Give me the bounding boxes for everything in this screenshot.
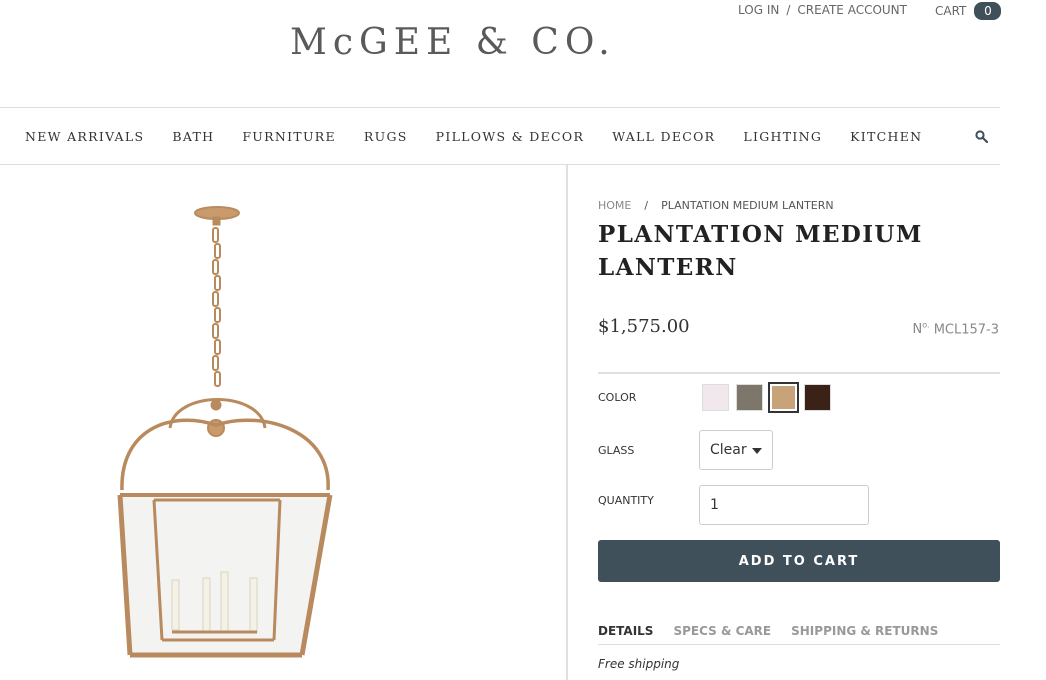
breadcrumb-separator: /: [644, 199, 649, 212]
breadcrumb: HOME / PLANTATION MEDIUM LANTERN: [598, 199, 834, 212]
product-image[interactable]: [100, 200, 350, 670]
nav-item-furniture[interactable]: FURNITURE: [242, 129, 336, 144]
nav-item-lighting[interactable]: LIGHTING: [743, 129, 822, 144]
sku-prefix: No.: [912, 321, 930, 338]
sku-value: MCL157-3: [933, 322, 999, 338]
color-swatch-brass[interactable]: [768, 382, 799, 413]
nav-item-bath[interactable]: BATH: [172, 129, 214, 144]
color-swatches: [702, 382, 838, 413]
brand-logo[interactable]: McGEE & CO.: [290, 22, 616, 63]
breadcrumb-home[interactable]: HOME: [598, 199, 631, 212]
breadcrumb-current: PLANTATION MEDIUM LANTERN: [661, 199, 834, 212]
search-icon[interactable]: [975, 130, 988, 143]
color-swatch-bronze[interactable]: [804, 384, 831, 411]
column-divider: [566, 165, 568, 680]
cart-count-badge: 0: [974, 2, 1002, 20]
account-separator: /: [786, 3, 791, 17]
color-label: COLOR: [598, 391, 637, 404]
add-to-cart-button[interactable]: ADD TO CART: [598, 540, 1000, 582]
product-sku: No. MCL157-3: [900, 321, 999, 337]
nav-item-kitchen[interactable]: KITCHEN: [850, 129, 922, 144]
price-divider: [598, 372, 1000, 374]
product-price: $1,575.00: [598, 316, 690, 337]
quantity-label: QUANTITY: [598, 494, 654, 507]
tab-specs-care[interactable]: SPECS & CARE: [673, 624, 771, 644]
nav-item-wall-decor[interactable]: WALL DECOR: [612, 129, 715, 144]
create-account-link[interactable]: CREATE ACCOUNT: [797, 3, 907, 17]
cart-label: CART: [935, 4, 967, 18]
login-link[interactable]: LOG IN: [738, 3, 779, 17]
free-shipping-note: Free shipping: [598, 657, 680, 671]
cart-link[interactable]: CART 0: [935, 2, 1002, 20]
glass-select[interactable]: Clear: [699, 430, 773, 470]
glass-select-value: Clear: [710, 442, 747, 458]
main-nav: NEW ARRIVALS BATH FURNITURE RUGS PILLOWS…: [0, 107, 1000, 165]
nav-item-new-arrivals[interactable]: NEW ARRIVALS: [25, 129, 144, 144]
account-links: LOG IN / CREATE ACCOUNT: [738, 3, 907, 17]
glass-label: GLASS: [598, 444, 635, 457]
color-swatch-white[interactable]: [702, 384, 729, 411]
nav-item-rugs[interactable]: RUGS: [364, 129, 408, 144]
tab-details[interactable]: DETAILS: [598, 624, 653, 644]
nav-item-pillows-decor[interactable]: PILLOWS & DECOR: [436, 129, 585, 144]
product-tabs: DETAILS SPECS & CARE SHIPPING & RETURNS: [598, 624, 1000, 645]
caret-down-icon: [752, 448, 762, 454]
color-swatch-gray[interactable]: [736, 384, 763, 411]
product-title: PLANTATION MEDIUM LANTERN: [598, 221, 923, 281]
quantity-input[interactable]: [699, 485, 869, 525]
tab-shipping-returns[interactable]: SHIPPING & RETURNS: [791, 624, 938, 644]
